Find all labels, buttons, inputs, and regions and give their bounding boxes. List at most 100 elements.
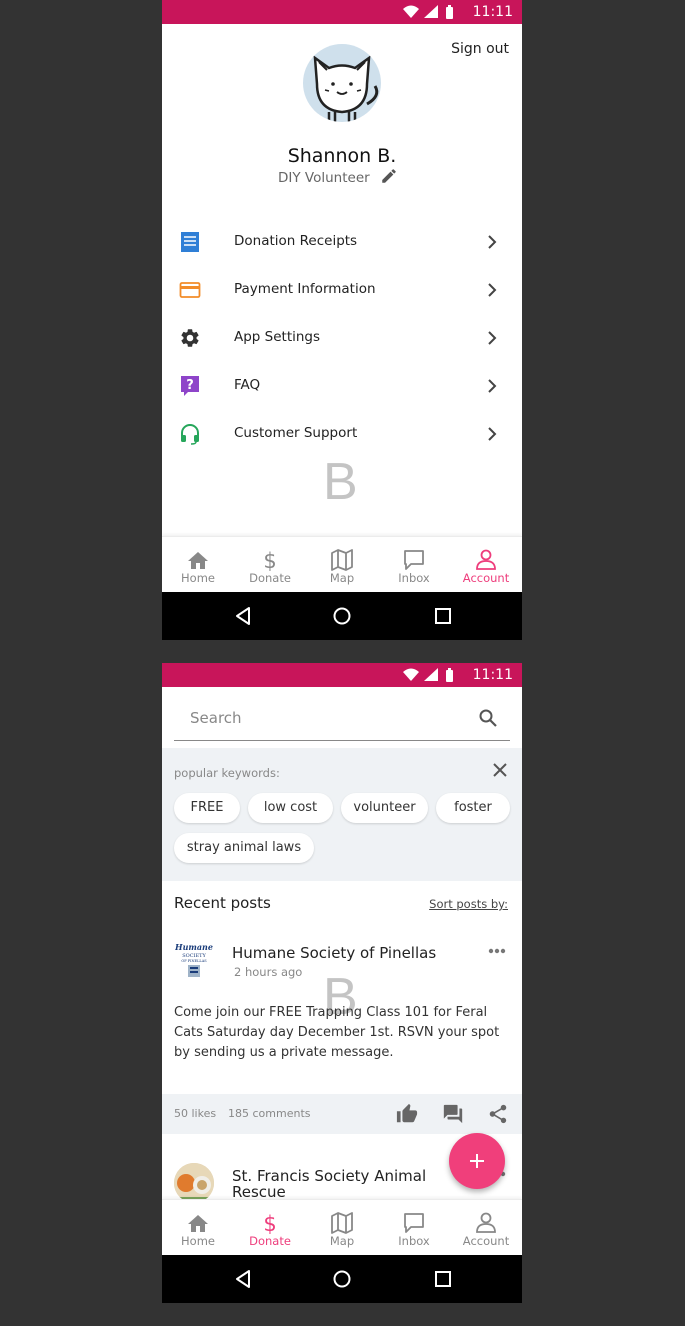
sort-posts-link[interactable]: Sort posts by: bbox=[429, 897, 508, 911]
post-timestamp: 2 hours ago bbox=[234, 965, 303, 979]
tab-donate[interactable]: $ Donate bbox=[234, 537, 306, 593]
menu-item-label: FAQ bbox=[234, 377, 261, 393]
tab-label: Inbox bbox=[398, 1234, 430, 1248]
keyword-chip[interactable]: foster bbox=[436, 793, 510, 823]
svg-text:$: $ bbox=[263, 1212, 276, 1234]
map-icon bbox=[331, 549, 353, 571]
chat-bubble-icon bbox=[404, 550, 424, 570]
org-logo[interactable]: Humane SOCIETY OF PINELLAS bbox=[174, 941, 213, 979]
tab-home[interactable]: Home bbox=[162, 537, 234, 593]
tab-map[interactable]: Map bbox=[306, 537, 378, 593]
dollar-icon: $ bbox=[263, 549, 276, 571]
menu-item-donation-receipts[interactable]: Donation Receipts bbox=[162, 218, 522, 266]
status-bar: 11:11 bbox=[162, 0, 522, 24]
svg-text:$: $ bbox=[263, 549, 276, 571]
share-icon[interactable] bbox=[487, 1103, 509, 1125]
tab-account[interactable]: Account bbox=[450, 1200, 522, 1256]
comments-count[interactable]: 185 comments bbox=[228, 1107, 310, 1120]
tab-label: Donate bbox=[249, 1234, 291, 1248]
bottom-tab-bar: Home $ Donate Map Inbox Account bbox=[162, 536, 522, 593]
status-bar: 11:11 bbox=[162, 663, 522, 687]
recent-posts-heading: Recent posts bbox=[174, 894, 271, 912]
keyword-chip[interactable]: volunteer bbox=[341, 793, 428, 823]
search-icon[interactable] bbox=[478, 708, 498, 728]
post-org-name[interactable]: St. Francis Society Animal Rescue bbox=[232, 1168, 442, 1200]
tab-donate[interactable]: $ Donate bbox=[234, 1200, 306, 1256]
receipt-icon bbox=[181, 232, 199, 252]
search-input[interactable] bbox=[188, 708, 462, 728]
home-circle-icon[interactable] bbox=[332, 1269, 352, 1289]
likes-count[interactable]: 50 likes bbox=[174, 1107, 216, 1120]
status-time: 11:11 bbox=[472, 667, 513, 683]
avatar[interactable] bbox=[303, 44, 381, 122]
recents-square-icon[interactable] bbox=[433, 606, 453, 626]
keywords-title: popular keywords: bbox=[174, 766, 280, 780]
pencil-edit-icon[interactable] bbox=[380, 167, 398, 185]
menu-item-label: Customer Support bbox=[234, 425, 358, 441]
tab-home[interactable]: Home bbox=[162, 1200, 234, 1256]
status-icons bbox=[403, 5, 453, 19]
org-logo[interactable] bbox=[174, 1163, 214, 1203]
menu-item-faq[interactable]: ? FAQ bbox=[162, 362, 522, 410]
menu-item-label: Donation Receipts bbox=[234, 233, 358, 249]
home-icon bbox=[188, 1215, 208, 1232]
menu-item-app-settings[interactable]: App Settings bbox=[162, 314, 522, 362]
user-role: DIY Volunteer bbox=[278, 170, 370, 186]
popular-keywords-panel: popular keywords: FREE low cost voluntee… bbox=[162, 748, 522, 881]
tab-inbox[interactable]: Inbox bbox=[378, 1200, 450, 1256]
back-icon[interactable] bbox=[234, 1269, 252, 1289]
status-time: 11:11 bbox=[472, 4, 513, 20]
system-nav-bar bbox=[162, 592, 522, 640]
tab-label: Donate bbox=[249, 571, 291, 585]
tab-label: Inbox bbox=[398, 571, 430, 585]
keyword-chip[interactable]: low cost bbox=[248, 793, 333, 823]
chevron-right-icon bbox=[488, 331, 497, 345]
user-name: Shannon B. bbox=[287, 145, 397, 167]
tab-account[interactable]: Account bbox=[450, 537, 522, 593]
status-icons bbox=[403, 668, 453, 682]
gear-icon bbox=[181, 329, 199, 347]
add-post-button[interactable] bbox=[449, 1133, 505, 1189]
keyword-chip[interactable]: stray animal laws bbox=[174, 833, 314, 863]
plus-icon bbox=[470, 1154, 484, 1168]
menu-item-label: Payment Information bbox=[234, 281, 376, 297]
chevron-right-icon bbox=[488, 283, 497, 297]
menu-item-customer-support[interactable]: Customer Support bbox=[162, 410, 522, 458]
back-icon[interactable] bbox=[234, 606, 252, 626]
svg-text:?: ? bbox=[186, 378, 194, 393]
svg-text:OF PINELLAS: OF PINELLAS bbox=[181, 959, 207, 963]
dollar-icon: $ bbox=[263, 1212, 276, 1234]
home-icon bbox=[188, 552, 208, 569]
thumbs-up-icon[interactable] bbox=[395, 1103, 419, 1125]
close-icon[interactable] bbox=[492, 762, 508, 778]
person-icon bbox=[476, 1212, 496, 1233]
account-screen: 11:11 Sign out Shannon B. DIY Volunteer … bbox=[162, 0, 522, 640]
chevron-right-icon bbox=[488, 379, 497, 393]
svg-text:Humane: Humane bbox=[175, 942, 213, 952]
tab-label: Home bbox=[181, 571, 215, 585]
home-circle-icon[interactable] bbox=[332, 606, 352, 626]
tab-map[interactable]: Map bbox=[306, 1200, 378, 1256]
menu-item-label: App Settings bbox=[234, 329, 321, 345]
keyword-chip[interactable]: FREE bbox=[174, 793, 240, 823]
credit-card-icon bbox=[179, 282, 201, 298]
question-icon: ? bbox=[181, 376, 199, 396]
map-icon bbox=[331, 1212, 353, 1234]
menu-item-payment-information[interactable]: Payment Information bbox=[162, 266, 522, 314]
forum-icon[interactable] bbox=[441, 1103, 465, 1125]
tab-label: Account bbox=[462, 571, 510, 585]
chevron-right-icon bbox=[488, 235, 497, 249]
more-options-icon[interactable] bbox=[488, 948, 506, 954]
post-org-name[interactable]: Humane Society of Pinellas bbox=[232, 944, 436, 962]
tab-label: Account bbox=[462, 1234, 510, 1248]
sign-out-link[interactable]: Sign out bbox=[451, 41, 509, 57]
recents-square-icon[interactable] bbox=[433, 1269, 453, 1289]
watermark: B bbox=[323, 453, 358, 511]
tab-inbox[interactable]: Inbox bbox=[378, 537, 450, 593]
search-bar bbox=[174, 696, 510, 741]
humane-society-logo: Humane SOCIETY OF PINELLAS bbox=[174, 942, 213, 977]
post-body: Come join our FREE Trapping Class 101 fo… bbox=[174, 1005, 500, 1060]
tab-label: Home bbox=[181, 1234, 215, 1248]
person-icon bbox=[476, 549, 496, 570]
chevron-right-icon bbox=[488, 427, 497, 441]
